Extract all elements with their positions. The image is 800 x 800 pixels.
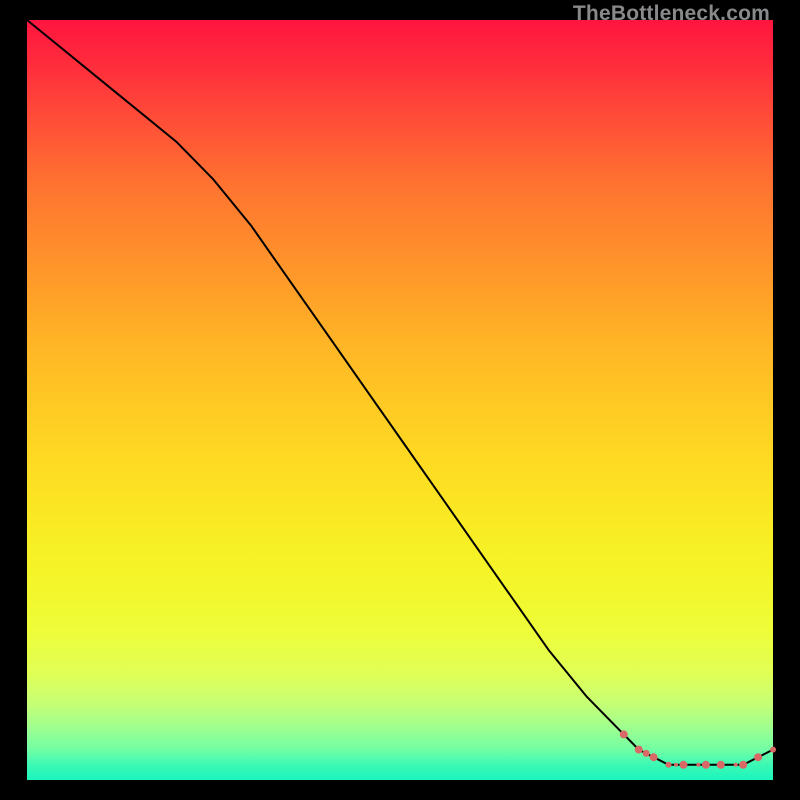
optimal-dot xyxy=(702,761,710,769)
optimal-dot xyxy=(643,750,650,757)
watermark-text: TheBottleneck.com xyxy=(573,2,770,26)
optimal-dot xyxy=(620,730,628,738)
optimal-dot xyxy=(739,761,747,769)
optimal-dot xyxy=(770,747,776,753)
bottleneck-curve xyxy=(27,20,773,765)
optimal-range-dots xyxy=(620,730,776,768)
plot-area xyxy=(27,20,773,780)
optimal-dot xyxy=(754,753,762,761)
optimal-dot xyxy=(696,763,700,767)
optimal-dot xyxy=(717,761,725,769)
optimal-dot xyxy=(679,761,687,769)
chart-frame: TheBottleneck.com xyxy=(0,0,800,800)
optimal-dot xyxy=(674,763,678,767)
optimal-dot xyxy=(734,763,738,767)
optimal-dot xyxy=(666,762,672,768)
curve-layer xyxy=(27,20,773,780)
optimal-dot xyxy=(650,753,658,761)
optimal-dot xyxy=(635,746,643,754)
